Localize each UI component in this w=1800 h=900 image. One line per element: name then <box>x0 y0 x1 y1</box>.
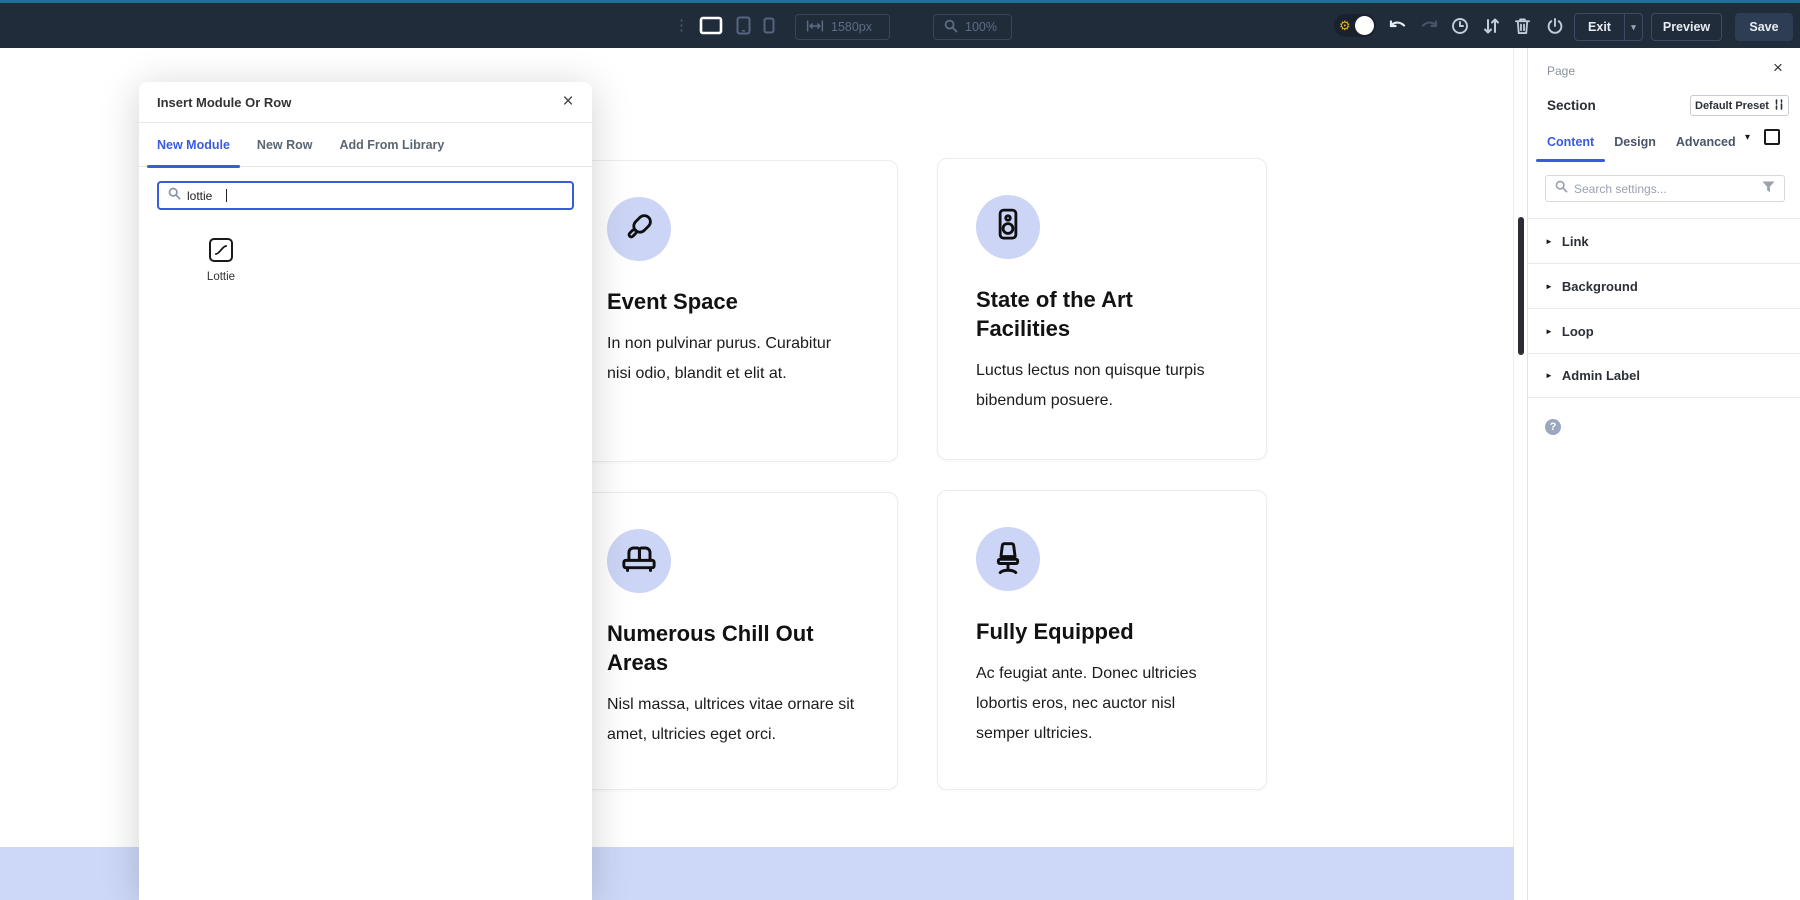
card-body: Nisl massa, ultrices vitae ornare sit am… <box>607 690 855 750</box>
lottie-curve-icon <box>209 238 233 262</box>
accordion-admin-label[interactable]: ► Admin Label <box>1528 353 1800 398</box>
vertical-arrows-icon <box>1483 17 1500 35</box>
chevron-right-icon: ► <box>1545 371 1553 380</box>
modal-title: Insert Module Or Row <box>157 82 291 123</box>
accordion-background[interactable]: ► Background <box>1528 263 1800 308</box>
preview-button[interactable]: Preview <box>1651 13 1722 41</box>
card-body: Ac feugiat ante. Donec ultricies loborti… <box>976 659 1224 749</box>
panel-element-title: Section <box>1547 98 1596 113</box>
settings-search-input[interactable] <box>1574 182 1756 196</box>
search-icon <box>1555 180 1568 198</box>
settings-search-box[interactable] <box>1545 175 1785 202</box>
zoom-level-value: 100% <box>965 20 997 34</box>
save-button[interactable]: Save <box>1735 13 1793 41</box>
modal-tabs: New Module New Row Add From Library <box>139 123 592 167</box>
card-title: Numerous Chill Out Areas <box>607 619 855 677</box>
preset-button-label: Default Preset <box>1695 100 1769 112</box>
chevron-down-icon[interactable]: ▾ <box>1624 14 1642 40</box>
tablet-icon <box>736 16 751 35</box>
accordion-loop[interactable]: ► Loop <box>1528 308 1800 353</box>
module-result-lottie[interactable]: Lottie <box>166 238 276 283</box>
history-button[interactable] <box>1451 17 1469 35</box>
feature-icon-circle <box>607 529 671 593</box>
module-result-label: Lottie <box>166 271 276 283</box>
gear-icon: ⚙ <box>1339 18 1351 33</box>
power-icon <box>1546 17 1564 35</box>
builder-toolbar: ⋮ 1580px 100% ⚙ Exit ▾ Preview Sa <box>0 0 1800 48</box>
feature-icon-circle <box>976 527 1040 591</box>
feature-icon-circle <box>976 195 1040 259</box>
zoom-level-field[interactable]: 100% <box>933 14 1012 40</box>
filter-funnel-icon[interactable] <box>1762 180 1775 198</box>
feature-card-chill-out[interactable]: Numerous Chill Out Areas Nisl massa, ult… <box>568 492 898 790</box>
clock-icon <box>1451 17 1469 35</box>
builder-settings-toggle[interactable]: ⚙ <box>1334 14 1376 37</box>
card-title: Fully Equipped <box>976 617 1224 646</box>
canvas-scrollbar[interactable] <box>1518 217 1524 355</box>
chevron-down-icon[interactable]: ▾ <box>1745 132 1750 143</box>
undo-icon <box>1388 17 1407 33</box>
chair-icon <box>986 535 1030 584</box>
accordion-link[interactable]: ► Link <box>1528 218 1800 263</box>
feature-card-facilities[interactable]: State of the Art Facilities Luctus lectu… <box>937 158 1267 460</box>
undo-button[interactable] <box>1388 17 1407 33</box>
help-button[interactable]: ? <box>1545 419 1561 435</box>
default-preset-button[interactable]: Default Preset <box>1690 95 1789 116</box>
tablet-view-button[interactable] <box>736 16 751 35</box>
tab-add-from-library[interactable]: Add From Library <box>339 123 444 166</box>
card-body: Luctus lectus non quisque turpis bibendu… <box>976 356 1224 416</box>
width-resize-icon <box>806 19 824 36</box>
modal-header: Insert Module Or Row × <box>139 82 592 123</box>
desktop-icon <box>699 16 723 35</box>
insert-module-modal: Insert Module Or Row × New Module New Ro… <box>139 82 592 900</box>
tab-design[interactable]: Design <box>1614 135 1656 149</box>
toggle-knob <box>1355 16 1374 35</box>
redo-button[interactable] <box>1420 17 1439 33</box>
viewport-width-value: 1580px <box>831 20 872 34</box>
close-icon: × <box>1773 58 1783 78</box>
tab-new-module[interactable]: New Module <box>157 123 230 166</box>
panel-close-button[interactable]: × <box>1768 58 1788 78</box>
speaker-icon <box>987 204 1029 251</box>
exit-visual-builder-button[interactable] <box>1546 17 1564 35</box>
paddle-icon <box>618 206 660 253</box>
settings-accordion-list: ► Link ► Background ► Loop ► Admin Label <box>1528 218 1800 398</box>
preset-sliders-icon <box>1774 99 1784 113</box>
card-title: State of the Art Facilities <box>976 285 1224 343</box>
trash-icon <box>1514 17 1531 35</box>
redo-icon <box>1420 17 1439 33</box>
sofa-icon <box>617 537 661 586</box>
module-search-input[interactable] <box>187 189 247 203</box>
exit-button[interactable]: Exit <box>1575 20 1624 34</box>
close-icon: × <box>562 91 573 113</box>
panel-tabs: Content Design Advanced <box>1547 130 1736 154</box>
feature-icon-circle <box>607 197 671 261</box>
page-settings-button[interactable] <box>1483 17 1500 35</box>
search-icon <box>168 187 181 205</box>
magnifier-icon <box>944 19 958 36</box>
phone-icon <box>763 17 775 34</box>
feature-card-event-space[interactable]: Event Space In non pulvinar purus. Curab… <box>568 160 898 462</box>
settings-panel: Page × Section Default Preset Content De… <box>1527 48 1800 900</box>
chevron-right-icon: ► <box>1545 237 1553 246</box>
chevron-right-icon: ► <box>1545 282 1553 291</box>
viewport-width-field[interactable]: 1580px <box>795 14 890 40</box>
card-body: In non pulvinar purus. Curabitur nisi od… <box>607 329 855 389</box>
delete-button[interactable] <box>1514 17 1531 35</box>
text-cursor <box>226 189 227 202</box>
chevron-right-icon: ► <box>1545 327 1553 336</box>
feature-card-fully-equipped[interactable]: Fully Equipped Ac feugiat ante. Donec ul… <box>937 490 1267 790</box>
exit-split-button[interactable]: Exit ▾ <box>1574 13 1643 41</box>
desktop-view-button[interactable] <box>699 16 723 35</box>
card-title: Event Space <box>607 287 855 316</box>
tab-new-row[interactable]: New Row <box>257 123 313 166</box>
module-search-box[interactable] <box>157 181 574 210</box>
tab-advanced[interactable]: Advanced <box>1676 135 1736 149</box>
modal-close-button[interactable]: × <box>557 91 579 113</box>
phone-view-button[interactable] <box>763 17 775 34</box>
grip-handle-icon[interactable]: ⋮ <box>674 15 689 37</box>
tab-content[interactable]: Content <box>1547 135 1594 149</box>
detach-panel-icon[interactable] <box>1764 129 1780 145</box>
breadcrumb-page[interactable]: Page <box>1547 64 1575 78</box>
